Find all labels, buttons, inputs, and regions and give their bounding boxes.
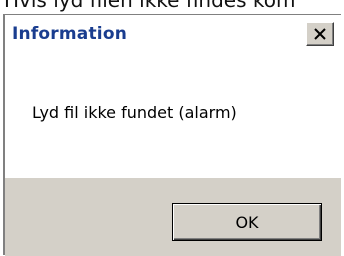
information-dialog: Information Lyd fil ikke fundet (alarm) … <box>3 14 341 256</box>
close-button[interactable] <box>306 22 334 46</box>
close-icon <box>314 28 326 40</box>
ok-button[interactable]: OK <box>172 203 322 241</box>
dialog-message: Lyd fil ikke fundet (alarm) <box>32 103 237 122</box>
dialog-body: Lyd fil ikke fundet (alarm) <box>5 55 341 178</box>
dialog-title: Information <box>12 24 128 44</box>
dialog-titlebar[interactable]: Information <box>5 15 341 55</box>
background-caption-text: Hvis lyd filen ikke findes kom <box>4 0 296 12</box>
dialog-footer: OK <box>5 178 341 256</box>
